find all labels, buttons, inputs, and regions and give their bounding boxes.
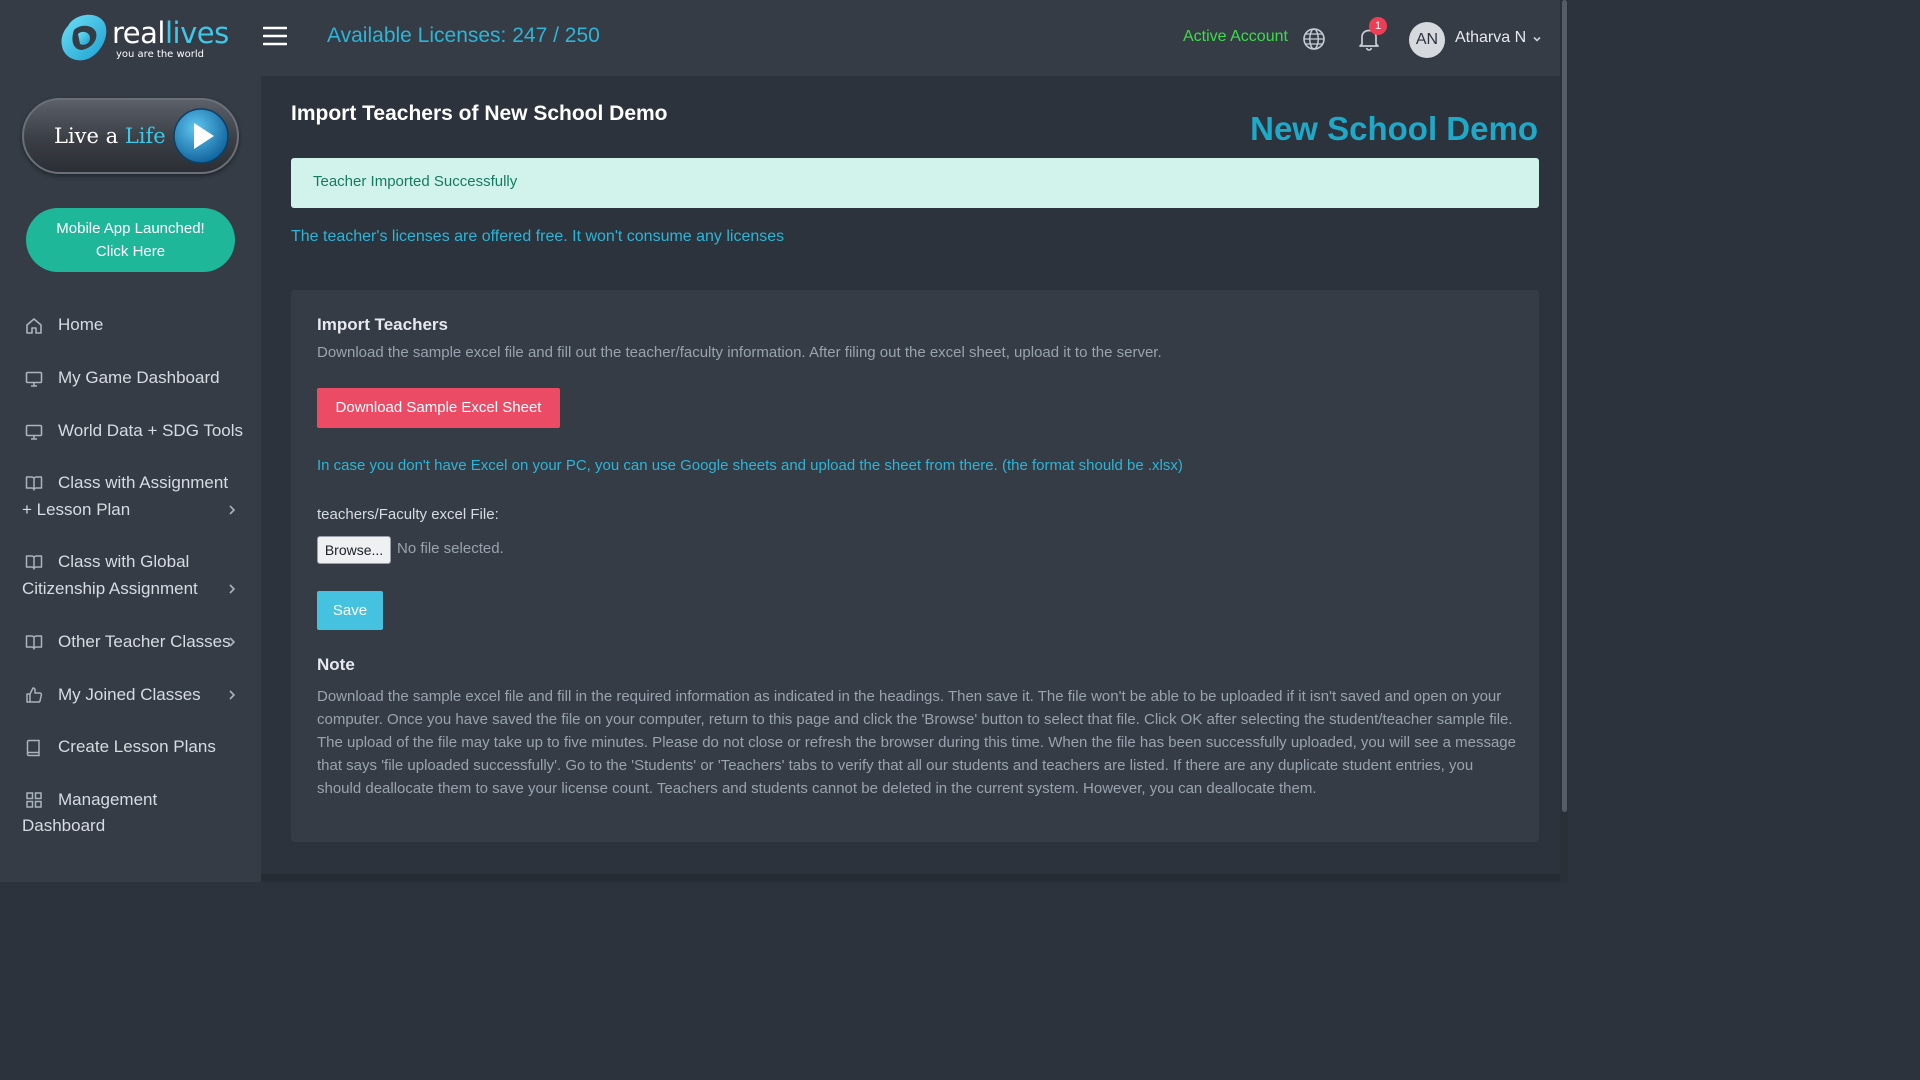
available-licenses: Available Licenses: 247 / 250 (327, 24, 600, 47)
sidebar-item-label-line2: Citizenship Assignment (22, 579, 198, 598)
footer-strip (261, 874, 1560, 882)
sidebar-item-label-line2: + Lesson Plan (22, 500, 131, 519)
mobile-app-button[interactable]: Mobile App Launched! Click Here (26, 208, 235, 272)
scrollbar-thumb[interactable] (1562, 0, 1567, 812)
avatar[interactable]: AN (1409, 22, 1445, 58)
chevron-right-icon (229, 505, 236, 515)
sidebar-item-my-joined-classes[interactable]: My Joined Classes (22, 682, 247, 708)
book-icon (25, 555, 43, 570)
top-bar: Available Licenses: 247 / 250 Active Acc… (261, 0, 1568, 76)
chevron-down-icon[interactable] (1531, 33, 1543, 45)
logo-text: reallives (112, 16, 229, 50)
notebook-icon (26, 739, 40, 757)
sidebar-item-label: Class with Assignment (58, 473, 229, 492)
logo-tagline: you are the world (116, 49, 205, 60)
sidebar: reallives you are the world Live a Life … (0, 0, 261, 882)
sidebar-item-my-game-dashboard[interactable]: My Game Dashboard (22, 365, 247, 391)
download-sample-button[interactable]: Download Sample Excel Sheet (317, 388, 560, 428)
sidebar-item-global-citizenship[interactable]: Class with Global Citizenship Assignment (22, 549, 247, 603)
sidebar-item-label-line2: Dashboard (22, 816, 106, 835)
home-icon (26, 318, 42, 334)
sidebar-item-label: Class with Global (58, 552, 190, 571)
save-button[interactable]: Save (317, 591, 383, 630)
sidebar-item-label: Home (58, 315, 104, 334)
hamburger-menu-icon[interactable] (263, 26, 287, 46)
sidebar-item-label: Other Teacher Classes (58, 632, 231, 651)
live-a-life-button[interactable]: Live a Life (22, 98, 239, 174)
sidebar-item-label: Management (58, 790, 158, 809)
grid-icon (26, 792, 42, 808)
monitor-icon (25, 424, 43, 440)
card-description: Download the sample excel file and fill … (317, 344, 1162, 361)
sidebar-item-home[interactable]: Home (22, 312, 247, 338)
book-icon (25, 635, 43, 650)
monitor-icon (25, 371, 43, 387)
sidebar-item-class-with-assignment[interactable]: Class with Assignment + Lesson Plan (22, 470, 247, 524)
file-input-label: teachers/Faculty excel File: (317, 506, 499, 523)
chevron-right-icon (229, 690, 236, 700)
sidebar-item-label: World Data + SDG Tools (58, 421, 244, 440)
sidebar-item-other-teacher-classes[interactable]: Other Teacher Classes (22, 629, 247, 655)
browse-button[interactable]: Browse... (317, 536, 391, 564)
account-status: Active Account (1183, 28, 1288, 45)
chevron-right-icon (229, 584, 236, 594)
school-name: New School Demo (1250, 110, 1538, 147)
mobile-app-line2: Click Here (95, 243, 166, 260)
note-body: Download the sample excel file and fill … (317, 688, 1516, 797)
sidebar-item-label: My Game Dashboard (58, 368, 220, 387)
globe-icon[interactable] (1302, 27, 1326, 51)
book-icon (25, 476, 43, 491)
live-a-life-label: Live a Life (54, 124, 166, 148)
mobile-app-line1: Mobile App Launched! (56, 220, 205, 237)
file-status: No file selected. (397, 540, 504, 557)
reallives-logo[interactable]: reallives you are the world (60, 12, 229, 68)
free-license-note: The teacher's licenses are offered free.… (291, 228, 785, 245)
chevron-right-icon (229, 637, 236, 647)
sidebar-item-world-data[interactable]: World Data + SDG Tools (22, 418, 247, 444)
sidebar-item-label: Create Lesson Plans (58, 737, 216, 756)
note-title: Note (317, 655, 355, 674)
thumbs-up-icon (26, 687, 43, 703)
sidebar-item-management-dashboard[interactable]: Management Dashboard (22, 787, 247, 841)
user-name[interactable]: Atharva N (1455, 29, 1526, 47)
excel-hint: In case you don't have Excel on your PC,… (317, 457, 1183, 474)
play-icon (173, 108, 229, 164)
sidebar-item-create-lesson-plans[interactable]: Create Lesson Plans (22, 734, 247, 760)
logo-mark-icon (61, 14, 107, 61)
card-title: Import Teachers (317, 315, 449, 334)
success-alert: Teacher Imported Successfully (291, 158, 1539, 208)
notification-badge: 1 (1369, 17, 1387, 35)
page-title: Import Teachers of New School Demo (291, 102, 668, 125)
sidebar-item-label: My Joined Classes (58, 685, 201, 704)
